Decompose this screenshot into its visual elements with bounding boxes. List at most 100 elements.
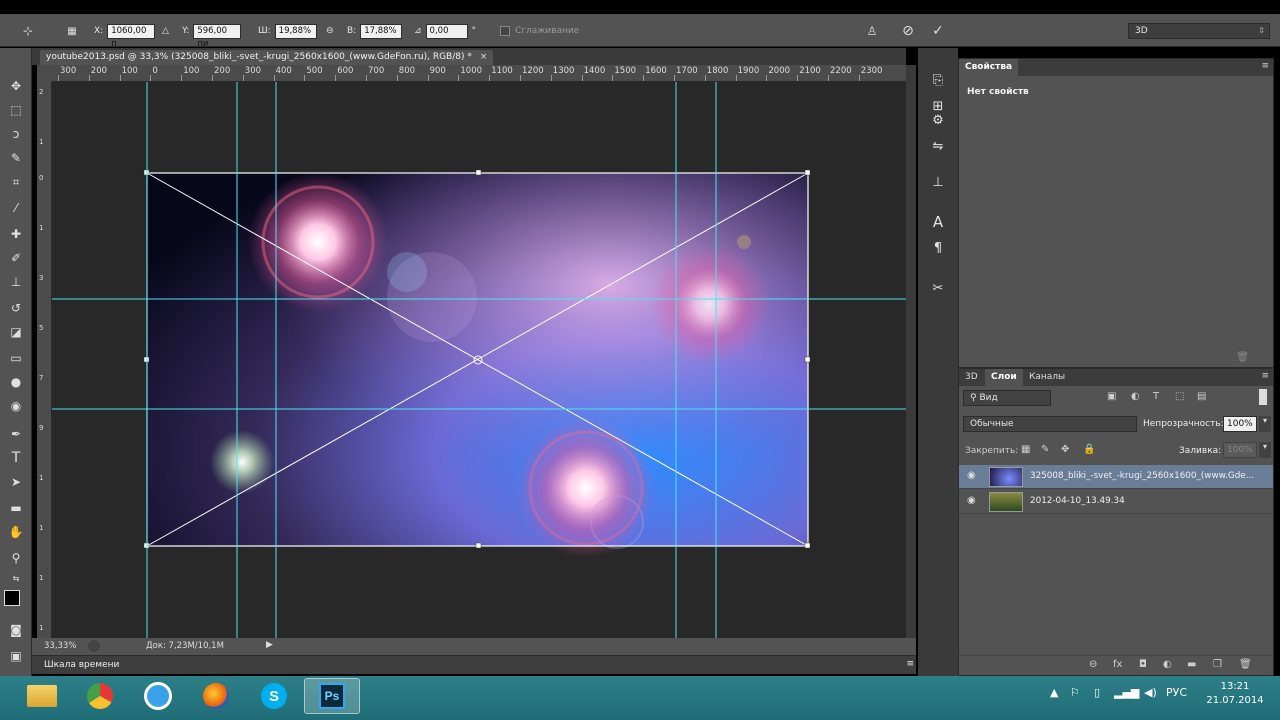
align-panel-icon[interactable]: ⊥: [926, 172, 950, 192]
x-input[interactable]: 1060,00 п: [107, 23, 156, 49]
tab-properties[interactable]: Свойства: [959, 59, 1019, 76]
blend-mode-select[interactable]: Обычные: [963, 416, 1137, 432]
eraser-tool-icon[interactable]: ◪: [6, 322, 26, 342]
vertical-scrollbar[interactable]: [906, 65, 916, 638]
transform-handle[interactable]: [475, 169, 482, 176]
link-icon[interactable]: ⊖: [326, 23, 334, 39]
filter-toggle[interactable]: [1259, 389, 1267, 405]
vertical-ruler[interactable]: 2 1 0 1 3 5 7 9 1 1 1 1: [37, 82, 52, 638]
status-icon[interactable]: [88, 640, 100, 652]
visibility-eye-icon[interactable]: ◉: [967, 470, 979, 482]
crop-tool-icon[interactable]: ⌗: [6, 172, 26, 192]
volume-icon[interactable]: ◀): [1144, 686, 1157, 699]
gradient-tool-icon[interactable]: ▭: [6, 348, 26, 368]
fill-input[interactable]: 100%: [1223, 442, 1257, 458]
document-tab[interactable]: youtube2013.psd @ 33,3% (325008_bliki_-s…: [40, 50, 494, 65]
trash-icon[interactable]: 🗑: [1236, 352, 1249, 363]
transform-tool-icon[interactable]: ⊹: [18, 21, 38, 41]
skype-taskbar-button[interactable]: S: [246, 678, 302, 714]
document-canvas[interactable]: [52, 82, 906, 638]
opacity-dropdown-icon[interactable]: ▾: [1259, 416, 1271, 432]
lock-position-icon[interactable]: ✥: [1061, 444, 1069, 455]
delta-icon[interactable]: △: [162, 23, 169, 39]
history-panel-icon[interactable]: ⎘: [926, 70, 950, 90]
brush-tool-icon[interactable]: ✐: [6, 248, 26, 268]
dodge-tool-icon[interactable]: ◉: [6, 396, 26, 416]
adjustment-layer-icon[interactable]: ◐: [1163, 659, 1172, 670]
type-filter-icon[interactable]: T: [1153, 391, 1159, 402]
move-tool-icon[interactable]: ✥: [6, 76, 26, 96]
rectangle-tool-icon[interactable]: ▬: [6, 498, 26, 518]
delete-layer-icon[interactable]: 🗑: [1239, 659, 1252, 670]
quick-select-tool-icon[interactable]: ✎: [6, 148, 26, 168]
status-arrow-icon[interactable]: ▶: [266, 640, 273, 650]
firefox-taskbar-button[interactable]: [188, 678, 244, 714]
network-icon[interactable]: ▂▄▆: [1114, 686, 1139, 699]
y-input[interactable]: 596,00 пи: [193, 23, 242, 49]
w-input[interactable]: 19,88%: [274, 23, 317, 39]
close-tab-icon[interactable]: ×: [480, 52, 488, 62]
quick-mask-icon[interactable]: ◙: [6, 620, 26, 640]
flag-icon[interactable]: ⚐: [1070, 686, 1080, 699]
timeline-label[interactable]: Шкала времени: [44, 660, 119, 670]
chrome-taskbar-button[interactable]: [72, 678, 128, 714]
language-indicator[interactable]: РУС: [1166, 686, 1187, 699]
properties-menu-icon[interactable]: ≡: [1261, 61, 1269, 71]
lock-pixels-icon[interactable]: ▦: [1021, 444, 1030, 455]
clock[interactable]: 13:21 21.07.2014: [1200, 680, 1270, 708]
horizontal-ruler[interactable]: 300 200 100 0 100 200 300 400 500 600 700 800 900 100…: [52, 65, 906, 82]
cancel-transform-icon[interactable]: ⊘: [898, 21, 918, 41]
zoom-level[interactable]: 33,33%: [44, 641, 76, 651]
transform-handle[interactable]: [475, 542, 482, 549]
smoothing-checkbox[interactable]: [500, 26, 510, 36]
warp-icon[interactable]: ♙: [862, 21, 882, 41]
transform-handle[interactable]: [804, 542, 811, 549]
panel-menu-icon[interactable]: ≡: [906, 659, 914, 669]
smoothing-option[interactable]: Сглаживание: [500, 23, 579, 39]
hand-tool-icon[interactable]: ✋: [6, 522, 26, 542]
eyedropper-tool-icon[interactable]: ⁄: [6, 198, 26, 218]
photoshop-taskbar-button[interactable]: Ps: [304, 678, 360, 714]
opacity-input[interactable]: 100%: [1223, 416, 1257, 432]
angle-input[interactable]: 0,00: [425, 23, 468, 39]
smart-filter-icon[interactable]: ▤: [1197, 391, 1206, 402]
fill-dropdown-icon[interactable]: ▾: [1259, 442, 1271, 458]
app-taskbar-button[interactable]: [130, 678, 186, 714]
new-layer-icon[interactable]: ❐: [1213, 659, 1222, 670]
layer-row[interactable]: ◉ 2012-04-10_13.49.34: [959, 490, 1273, 514]
pen-tool-icon[interactable]: ✒: [6, 424, 26, 444]
type-tool-icon[interactable]: T: [6, 448, 26, 468]
screen-mode-icon[interactable]: ▣: [6, 646, 26, 666]
link-layers-icon[interactable]: ⊖: [1089, 659, 1097, 670]
lock-all-icon[interactable]: 🔒: [1083, 444, 1095, 455]
marquee-tool-icon[interactable]: ⬚: [6, 100, 26, 120]
foreground-color[interactable]: [4, 590, 20, 606]
tab-layers[interactable]: Слои: [985, 369, 1023, 386]
character-panel-icon[interactable]: A: [926, 212, 950, 232]
fx-icon[interactable]: fx: [1113, 659, 1122, 670]
explorer-taskbar-button[interactable]: [14, 678, 70, 714]
h-input[interactable]: 17,88%: [360, 23, 403, 39]
swap-colors-icon[interactable]: ⇆: [6, 568, 26, 588]
filter-kind-select[interactable]: ⚲ Вид: [963, 390, 1051, 406]
commit-transform-icon[interactable]: ✓: [928, 21, 948, 41]
reference-point-icon[interactable]: ▦: [62, 21, 82, 41]
actions-panel-icon[interactable]: ⚙: [926, 110, 950, 130]
blur-tool-icon[interactable]: ●: [6, 372, 26, 392]
path-select-icon[interactable]: ➤: [6, 472, 26, 492]
tool-presets-icon[interactable]: ✂: [926, 278, 950, 298]
visibility-eye-icon[interactable]: ◉: [967, 495, 979, 507]
lock-paint-icon[interactable]: ✎: [1041, 444, 1049, 455]
adjustment-filter-icon[interactable]: ◐: [1131, 391, 1140, 402]
layer-row[interactable]: ◉ 325008_bliki_-svet_-krugi_2560x1600_(w…: [959, 465, 1273, 489]
ruler-corner[interactable]: [37, 65, 52, 82]
lasso-tool-icon[interactable]: ↄ: [6, 124, 26, 144]
shape-filter-icon[interactable]: ⬚: [1175, 391, 1184, 402]
stamp-tool-icon[interactable]: ⊥: [6, 272, 26, 292]
layers-menu-icon[interactable]: ≡: [1261, 371, 1269, 381]
healing-tool-icon[interactable]: ✚: [6, 224, 26, 244]
workspace-select[interactable]: 3D: [1128, 23, 1270, 39]
show-hidden-icons[interactable]: ▲: [1050, 686, 1058, 699]
zoom-tool-icon[interactable]: ⚲: [6, 548, 26, 568]
tab-3d[interactable]: 3D: [959, 369, 984, 386]
